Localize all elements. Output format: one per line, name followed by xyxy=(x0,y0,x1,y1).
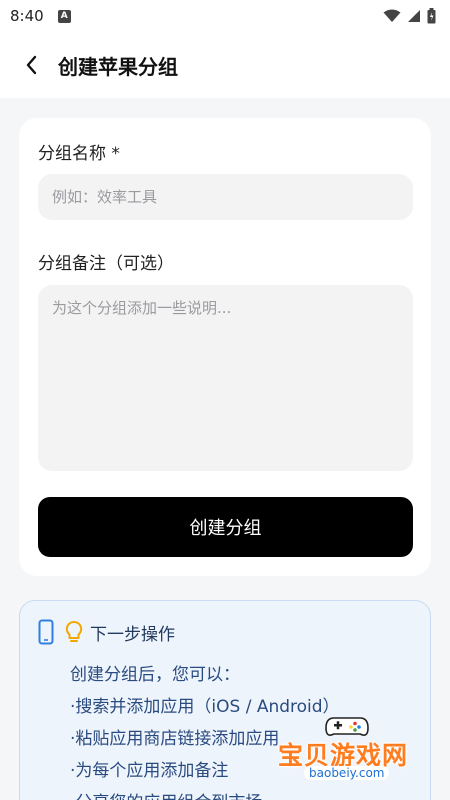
next-steps-title: 下一步操作 xyxy=(90,624,175,645)
signal-icon xyxy=(408,10,420,22)
list-item: 创建分组后，您可以： xyxy=(70,665,240,685)
watermark-url: baobeiy.com xyxy=(304,766,390,780)
status-icons xyxy=(383,8,436,24)
battery-icon xyxy=(427,8,436,24)
group-note-input[interactable] xyxy=(38,285,413,471)
lightbulb-icon xyxy=(65,620,83,642)
watermark: 宝贝游戏网 baobeiy.com xyxy=(276,712,426,786)
next-steps-header: 下一步操作 xyxy=(38,619,175,645)
phone-icon xyxy=(38,619,54,645)
group-note-label: 分组备注（可选） xyxy=(38,254,174,274)
group-form-card: 分组名称 * 分组备注（可选） 创建分组 xyxy=(19,118,431,576)
back-button[interactable] xyxy=(12,45,52,85)
status-bar: 8:40 A xyxy=(0,0,450,32)
status-time: 8:40 xyxy=(10,7,44,25)
wifi-icon xyxy=(383,9,401,22)
app-bar: 创建苹果分组 xyxy=(0,32,450,98)
group-name-input[interactable] xyxy=(38,174,413,220)
back-arrow-icon xyxy=(26,55,37,75)
create-group-button[interactable]: 创建分组 xyxy=(38,497,413,557)
notification-icon: A xyxy=(57,9,71,23)
list-item: ·分享您的应用组合到市场 xyxy=(70,787,340,800)
group-name-label: 分组名称 * xyxy=(38,144,120,164)
page-title: 创建苹果分组 xyxy=(58,54,178,79)
